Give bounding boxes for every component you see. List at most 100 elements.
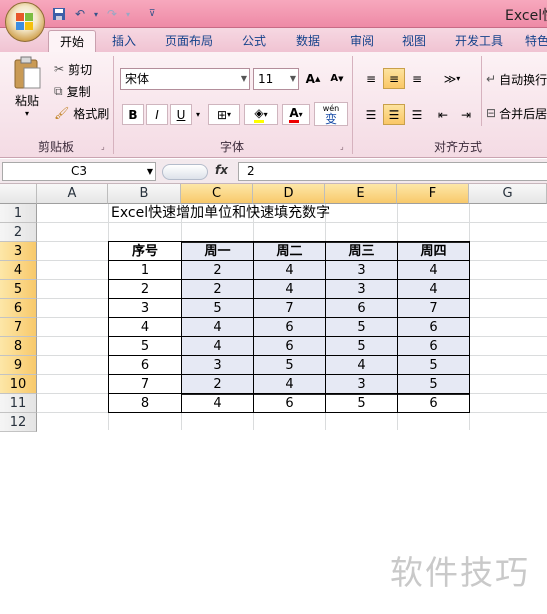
paste-button[interactable]: 粘贴 ▾	[8, 56, 46, 128]
header-cell[interactable]: 周三	[326, 242, 397, 261]
table-cell[interactable]: 5	[398, 375, 469, 394]
font-color-button[interactable]: A ▾	[282, 104, 310, 125]
merge-center-button[interactable]: ⊟ 合并后居	[486, 104, 547, 122]
bold-button[interactable]: B	[122, 104, 144, 125]
tab-formulas[interactable]: 公式	[232, 30, 276, 52]
table-cell[interactable]: 4	[109, 318, 181, 337]
table-cell[interactable]: 4	[254, 280, 325, 299]
tab-home[interactable]: 开始	[48, 30, 96, 52]
borders-button[interactable]: ⊞ ▾	[208, 104, 240, 125]
customize-icon[interactable]: ⊽	[143, 5, 161, 23]
redo-icon[interactable]: ↷	[103, 5, 121, 23]
office-button[interactable]	[5, 2, 45, 42]
cell-area[interactable]: Excel快速增加单位和快速填充数字 序号 周一 周二 周三 周四 124342…	[37, 204, 547, 430]
table-cell[interactable]: 4	[254, 261, 325, 280]
select-all-corner[interactable]	[0, 184, 37, 204]
font-launcher-icon[interactable]: ⌟	[340, 142, 344, 151]
table-cell[interactable]: 6	[254, 337, 325, 356]
grow-font-button[interactable]: A ▲	[302, 68, 324, 89]
table-cell[interactable]: 4	[182, 337, 253, 356]
table-cell[interactable]: 7	[398, 299, 469, 318]
undo-dropdown-icon[interactable]: ▾	[92, 5, 100, 23]
table-cell[interactable]: 4	[182, 318, 253, 337]
underline-dropdown-icon[interactable]: ▾	[192, 104, 204, 125]
underline-button[interactable]: U	[170, 104, 192, 125]
table-cell[interactable]: 3	[326, 261, 397, 280]
table-cell[interactable]: 4	[326, 356, 397, 375]
table-cell[interactable]: 4	[182, 394, 253, 413]
table-cell[interactable]: 7	[109, 375, 181, 394]
table-cell[interactable]: 6	[254, 318, 325, 337]
header-cell[interactable]: 周二	[254, 242, 325, 261]
column-header-d[interactable]: D	[253, 184, 325, 204]
fill-color-button[interactable]: ◈ ▾	[244, 104, 278, 125]
tab-page-layout[interactable]: 页面布局	[156, 30, 222, 52]
header-cell[interactable]: 周四	[398, 242, 469, 261]
table-cell[interactable]: 3	[182, 356, 253, 375]
align-right-button[interactable]: ☰	[406, 104, 428, 125]
row-header[interactable]: 11	[0, 394, 37, 413]
save-icon[interactable]	[50, 5, 68, 23]
table-cell[interactable]: 2	[109, 280, 181, 299]
row-header[interactable]: 10	[0, 375, 37, 394]
table-cell[interactable]: 6	[254, 394, 325, 413]
align-center-button[interactable]: ☰	[383, 104, 405, 125]
table-cell[interactable]: 3	[109, 299, 181, 318]
table-cell[interactable]: 5	[326, 394, 397, 413]
column-header-a[interactable]: A	[37, 184, 108, 204]
table-cell[interactable]: 5	[254, 356, 325, 375]
formula-input[interactable]: 2	[238, 162, 547, 181]
font-name-select[interactable]: 宋体 ▼	[120, 68, 250, 90]
row-header[interactable]: 7	[0, 318, 37, 337]
undo-icon[interactable]: ↶	[71, 5, 89, 23]
row-header[interactable]: 3	[0, 242, 37, 261]
column-header-b[interactable]: B	[108, 184, 181, 204]
phonetic-button[interactable]: wén 变	[314, 102, 348, 126]
row-header[interactable]: 6	[0, 299, 37, 318]
column-header-f[interactable]: F	[397, 184, 469, 204]
row-header[interactable]: 12	[0, 413, 37, 432]
clipboard-launcher-icon[interactable]: ⌟	[101, 142, 105, 151]
row-header[interactable]: 8	[0, 337, 37, 356]
italic-button[interactable]: I	[146, 104, 168, 125]
table-cell[interactable]: 5	[182, 299, 253, 318]
column-header-e[interactable]: E	[325, 184, 397, 204]
row-header[interactable]: 9	[0, 356, 37, 375]
decrease-indent-button[interactable]: ⇤	[432, 104, 454, 125]
tab-insert[interactable]: 插入	[102, 30, 146, 52]
table-cell[interactable]: 6	[109, 356, 181, 375]
wrap-text-button[interactable]: ↵ 自动换行	[486, 70, 547, 88]
align-top-button[interactable]: ≡	[360, 68, 382, 89]
shrink-font-button[interactable]: A ▼	[326, 68, 348, 89]
table-cell[interactable]: 1	[109, 261, 181, 280]
table-cell[interactable]: 8	[109, 394, 181, 413]
row-header[interactable]: 4	[0, 261, 37, 280]
insert-function-button[interactable]: fx	[215, 163, 228, 177]
align-left-button[interactable]: ☰	[360, 104, 382, 125]
redo-dropdown-icon[interactable]: ▾	[124, 5, 132, 23]
table-cell[interactable]: 5	[326, 337, 397, 356]
cut-button[interactable]: ✂ 剪切	[54, 60, 92, 78]
table-cell[interactable]: 6	[326, 299, 397, 318]
table-cell[interactable]: 6	[398, 394, 469, 413]
table-cell[interactable]: 2	[182, 280, 253, 299]
tab-data[interactable]: 数据	[286, 30, 330, 52]
align-bottom-button[interactable]: ≡	[406, 68, 428, 89]
increase-indent-button[interactable]: ⇥	[455, 104, 477, 125]
table-cell[interactable]: 5	[398, 356, 469, 375]
row-header[interactable]: 1	[0, 204, 37, 223]
tab-review[interactable]: 审阅	[340, 30, 384, 52]
paste-dropdown-icon[interactable]: ▾	[25, 109, 29, 118]
table-cell[interactable]: 5	[109, 337, 181, 356]
table-cell[interactable]: 2	[182, 375, 253, 394]
font-size-select[interactable]: 11 ▼	[253, 68, 299, 90]
copy-button[interactable]: ⧉ 复制	[54, 82, 91, 100]
formula-cancel-icon[interactable]	[162, 164, 208, 180]
format-painter-button[interactable]: 🖌 格式刷	[54, 104, 109, 122]
table-cell[interactable]: 4	[398, 280, 469, 299]
table-cell[interactable]: 4	[254, 375, 325, 394]
table-cell[interactable]: 3	[326, 375, 397, 394]
header-cell[interactable]: 序号	[109, 242, 181, 261]
align-middle-button[interactable]: ≡	[383, 68, 405, 89]
tab-view[interactable]: 视图	[392, 30, 436, 52]
